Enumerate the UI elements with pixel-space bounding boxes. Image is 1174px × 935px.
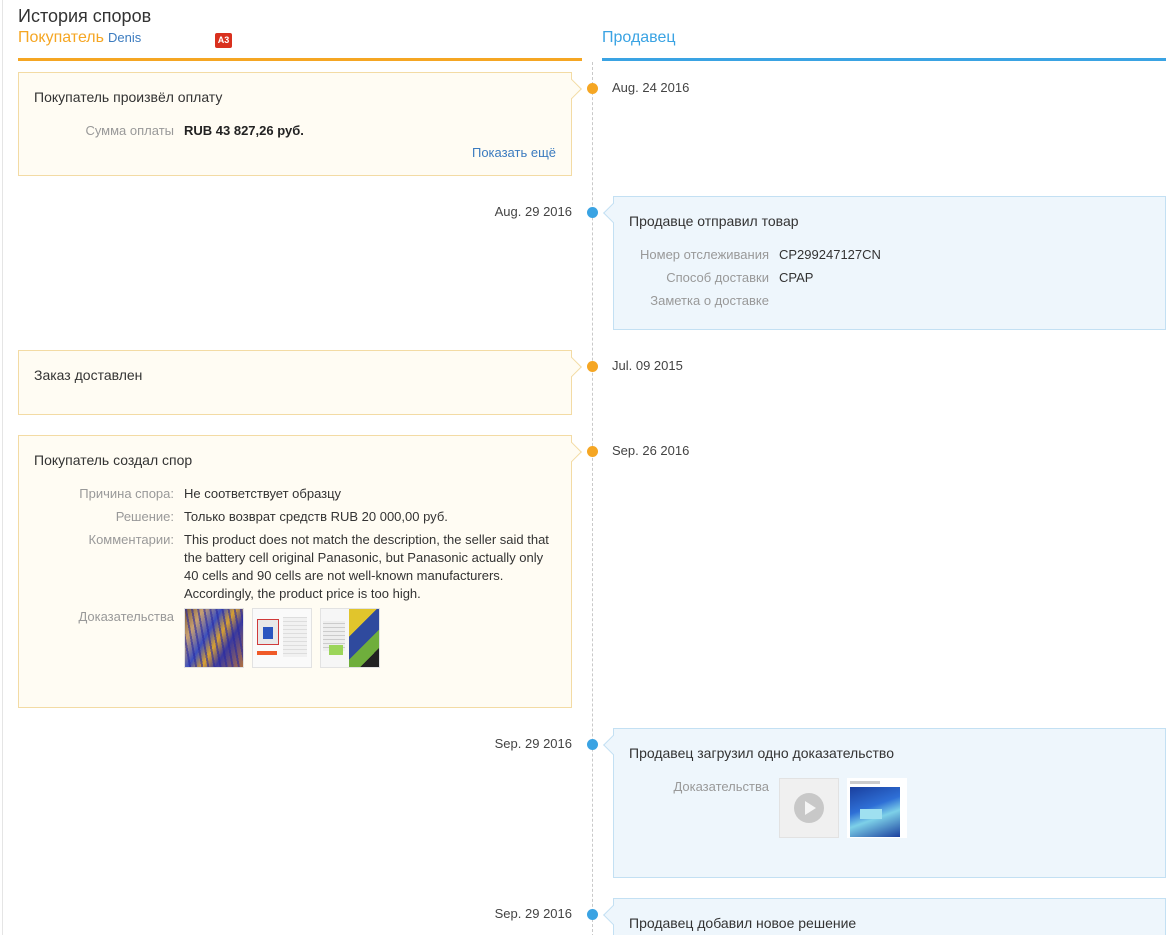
buyer-column-header: Покупатель Denis — [18, 29, 141, 47]
page-title: История споров — [18, 6, 152, 26]
show-more-link[interactable]: Показать ещё — [472, 145, 556, 160]
event-title: Продавце отправил товар — [629, 213, 799, 229]
field-row: Доказательства — [19, 608, 380, 668]
evidence-thumbnails — [184, 608, 380, 668]
field-label: Заметка о доставке — [650, 293, 769, 308]
buyer-header-bar — [18, 58, 582, 61]
timeline-dot — [587, 739, 598, 750]
timeline-dot — [587, 446, 598, 457]
field-row: Способ доставки CPAP — [614, 269, 813, 287]
field-label: Доказательства — [673, 779, 769, 794]
field-label: Способ доставки — [666, 270, 769, 285]
field-row: Заметка о доставке — [614, 292, 779, 310]
field-row: Комментарии: This product does not match… — [19, 531, 549, 603]
event-card-new-resolution: Продавец добавил новое решение — [613, 898, 1166, 935]
play-icon — [794, 793, 824, 823]
dispute-comment: This product does not match the descript… — [184, 532, 549, 601]
event-date: Sep. 26 2016 — [612, 443, 690, 458]
event-title: Продавец добавил новое решение — [629, 915, 857, 931]
timeline-dot — [587, 361, 598, 372]
field-label: Решение: — [115, 509, 174, 524]
tracking-number: CP299247127CN — [779, 247, 881, 262]
field-label: Причина спора: — [79, 486, 174, 501]
event-date: Sep. 29 2016 — [494, 736, 572, 751]
event-title: Заказ доставлен — [34, 367, 143, 383]
evidence-thumbnail[interactable] — [320, 608, 380, 668]
seller-column-header: Продавец — [602, 29, 676, 46]
event-title: Покупатель произвёл оплату — [34, 89, 223, 105]
event-card-payment: Покупатель произвёл оплату Сумма оплаты … — [18, 72, 572, 176]
evidence-thumbnail[interactable] — [184, 608, 244, 668]
buyer-country-badge: A3 — [215, 33, 232, 48]
field-row: Сумма оплаты RUB 43 827,26 руб. — [19, 122, 304, 140]
event-title: Продавец загрузил одно доказательство — [629, 745, 894, 761]
dispute-reason: Не соответствует образцу — [184, 486, 342, 501]
shipping-method: CPAP — [779, 270, 814, 285]
timeline-axis — [592, 62, 593, 935]
field-row: Причина спора: Не соответствует образцу — [19, 485, 341, 503]
left-border — [2, 0, 3, 935]
dispute-resolution: Только возврат средств RUB 20 000,00 руб… — [184, 509, 448, 524]
field-row: Доказательства — [614, 778, 907, 838]
event-date: Aug. 29 2016 — [494, 204, 572, 219]
evidence-thumbnail[interactable] — [252, 608, 312, 668]
field-label: Номер отслеживания — [640, 247, 769, 262]
video-evidence-thumbnail[interactable] — [779, 778, 839, 838]
timeline-dot — [587, 83, 598, 94]
event-date: Jul. 09 2015 — [612, 358, 683, 373]
evidence-thumbnails — [779, 778, 907, 838]
field-label: Сумма оплаты — [85, 123, 174, 138]
field-label: Доказательства — [78, 609, 174, 624]
evidence-thumbnail[interactable] — [847, 778, 907, 838]
timeline-dot — [587, 909, 598, 920]
field-row: Номер отслеживания CP299247127CN — [614, 246, 881, 264]
timeline-dot — [587, 207, 598, 218]
event-date: Sep. 29 2016 — [494, 906, 572, 921]
field-label: Комментарии: — [88, 532, 175, 547]
field-row: Решение: Только возврат средств RUB 20 0… — [19, 508, 448, 526]
event-title: Покупатель создал спор — [34, 452, 193, 468]
payment-amount: RUB 43 827,26 руб. — [184, 123, 304, 138]
event-card-dispute: Покупатель создал спор Причина спора: Не… — [18, 435, 572, 708]
event-card-shipped: Продавце отправил товар Номер отслеживан… — [613, 196, 1166, 330]
buyer-label: Покупатель — [18, 29, 104, 46]
event-date: Aug. 24 2016 — [612, 80, 690, 95]
buyer-name-link[interactable]: Denis — [108, 30, 141, 45]
seller-header-bar — [602, 58, 1166, 61]
event-card-delivered: Заказ доставлен — [18, 350, 572, 415]
event-card-seller-evidence: Продавец загрузил одно доказательство До… — [613, 728, 1166, 878]
